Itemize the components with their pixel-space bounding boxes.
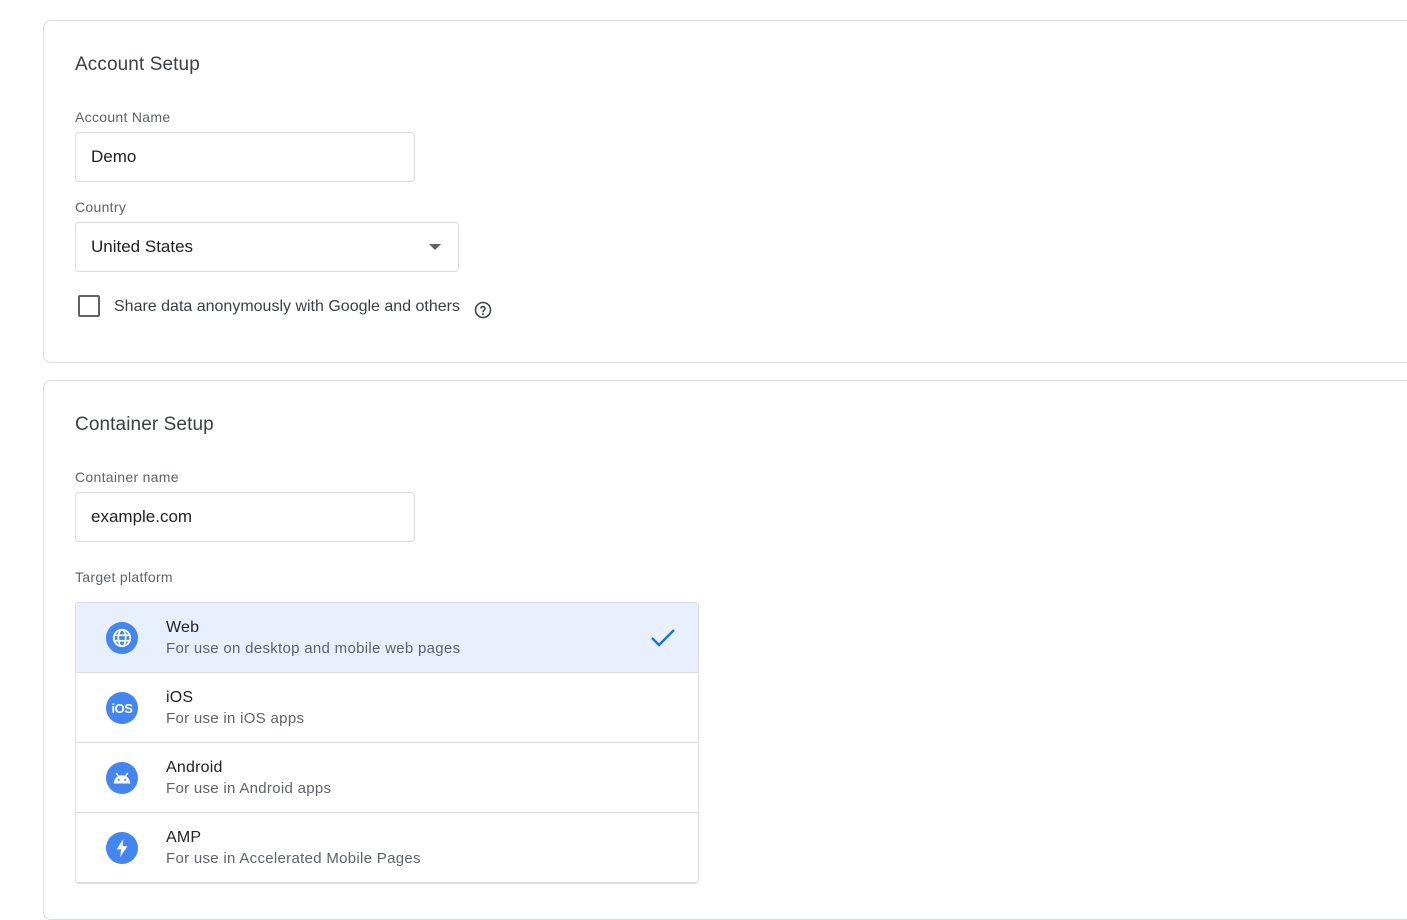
platform-option-web[interactable]: Web For use on desktop and mobile web pa… <box>76 603 698 673</box>
android-icon <box>106 762 138 794</box>
platform-name: iOS <box>166 689 194 706</box>
platform-name: Web <box>166 619 200 636</box>
help-icon[interactable] <box>474 301 492 319</box>
country-label: Country <box>75 199 127 215</box>
share-data-checkbox[interactable] <box>78 295 100 317</box>
platform-description: For use on desktop and mobile web pages <box>166 640 461 657</box>
target-platform-label: Target platform <box>75 569 173 585</box>
platform-option-android[interactable]: Android For use in Android apps <box>76 743 698 813</box>
container-name-label: Container name <box>75 469 179 485</box>
account-setup-title: Account Setup <box>75 54 200 75</box>
platform-option-amp[interactable]: AMP For use in Accelerated Mobile Pages <box>76 813 698 883</box>
target-platform-list: Web For use on desktop and mobile web pa… <box>75 602 699 884</box>
account-setup-card: Account Setup Account Name Demo Country … <box>43 20 1407 363</box>
lightning-icon <box>106 832 138 864</box>
platform-description: For use in iOS apps <box>166 710 305 727</box>
checkmark-icon <box>651 629 675 647</box>
container-name-input[interactable]: example.com <box>75 492 415 542</box>
account-name-label: Account Name <box>75 109 171 125</box>
account-name-input[interactable]: Demo <box>75 132 415 182</box>
country-select-value: United States <box>91 237 194 256</box>
platform-name: AMP <box>166 829 202 846</box>
ios-icon: iOS <box>106 692 138 724</box>
platform-description: For use in Android apps <box>166 780 332 797</box>
dropdown-arrow-icon <box>429 244 441 250</box>
platform-description: For use in Accelerated Mobile Pages <box>166 850 421 867</box>
country-select[interactable]: United States <box>75 222 459 272</box>
share-data-label[interactable]: Share data anonymously with Google and o… <box>114 298 460 316</box>
svg-text:iOS: iOS <box>112 701 134 716</box>
globe-icon <box>106 622 138 654</box>
container-setup-card: Container Setup Container name example.c… <box>43 380 1407 920</box>
platform-option-ios[interactable]: iOS iOS For use in iOS apps <box>76 673 698 743</box>
platform-name: Android <box>166 759 223 776</box>
container-setup-title: Container Setup <box>75 414 214 435</box>
